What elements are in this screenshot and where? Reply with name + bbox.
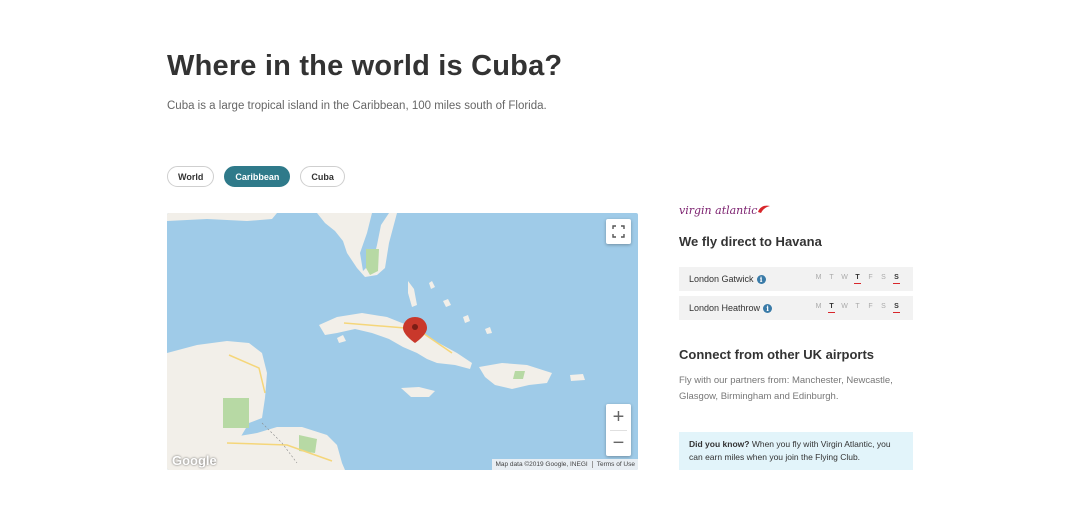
flight-info-panel: virgin atlantic We fly direct to Havana … [679, 204, 913, 470]
map-canvas[interactable] [167, 213, 638, 470]
terms-of-use-link[interactable]: Terms of Use [597, 461, 635, 468]
virgin-atlantic-logo: virgin atlantic [679, 204, 913, 224]
day-sat: S [881, 303, 886, 310]
info-icon[interactable]: i [756, 274, 766, 284]
day-mon: M [815, 303, 822, 310]
direct-flights-heading: We fly direct to Havana [679, 234, 822, 249]
page-subtitle: Cuba is a large tropical island in the C… [167, 100, 547, 112]
route-row-heathrow: London Heathrow i M T W T F S S [679, 296, 913, 320]
day-sun: S [890, 274, 903, 284]
zoom-in-button[interactable]: + [606, 404, 631, 430]
jamaica-landmass [401, 387, 435, 397]
route-row-gatwick: London Gatwick i M T W T F S S [679, 267, 913, 291]
attribution-text: Map data ©2019 Google, INEGI [495, 461, 588, 468]
google-logo[interactable]: Google [172, 453, 217, 468]
map-view-tabs: World Caribbean Cuba [167, 166, 345, 187]
day-thu: T [855, 303, 860, 310]
route-airport: London Gatwick [689, 274, 754, 284]
zoom-out-button[interactable]: − [606, 431, 631, 457]
page-title: Where in the world is Cuba? [167, 50, 563, 82]
connect-partners-text: Fly with our partners from: Manchester, … [679, 375, 893, 402]
calakmul-park [223, 398, 249, 428]
day-sun: S [890, 303, 903, 313]
day-tue: T [829, 274, 834, 281]
connect-heading: Connect from other UK airports [679, 347, 875, 362]
map-attribution: Map data ©2019 Google, INEGI Terms of Us… [492, 459, 638, 470]
day-thu: T [851, 274, 864, 284]
day-fri: F [868, 274, 873, 281]
day-tue: T [825, 303, 838, 313]
day-sat: S [881, 274, 886, 281]
day-wed: W [841, 303, 848, 310]
zoom-control: + − [606, 404, 631, 456]
virgin-logo-mark-icon [758, 205, 771, 213]
day-fri: F [868, 303, 873, 310]
day-mon: M [815, 274, 822, 281]
puerto-rico-landmass [570, 374, 585, 381]
did-you-know-box: Did you know? When you fly with Virgin A… [679, 432, 913, 470]
fullscreen-icon [612, 225, 625, 238]
florida-landmass [317, 213, 397, 277]
tab-caribbean[interactable]: Caribbean [224, 166, 291, 187]
map[interactable]: + − Google Map data ©2019 Google, INEGI … [167, 213, 638, 470]
flight-days: M T W T F S S [812, 274, 903, 284]
tab-world[interactable]: World [167, 166, 215, 187]
fullscreen-button[interactable] [606, 219, 631, 244]
tab-cuba[interactable]: Cuba [300, 166, 345, 187]
day-wed: W [841, 274, 848, 281]
route-airport: London Heathrow [689, 303, 761, 313]
flight-days: M T W T F S S [812, 303, 903, 313]
info-icon[interactable]: i [763, 303, 773, 313]
did-you-know-label: Did you know? [689, 439, 750, 449]
bahamas-island [408, 281, 417, 307]
everglades-park [366, 249, 379, 275]
gulf-coast-landmass [167, 213, 277, 221]
